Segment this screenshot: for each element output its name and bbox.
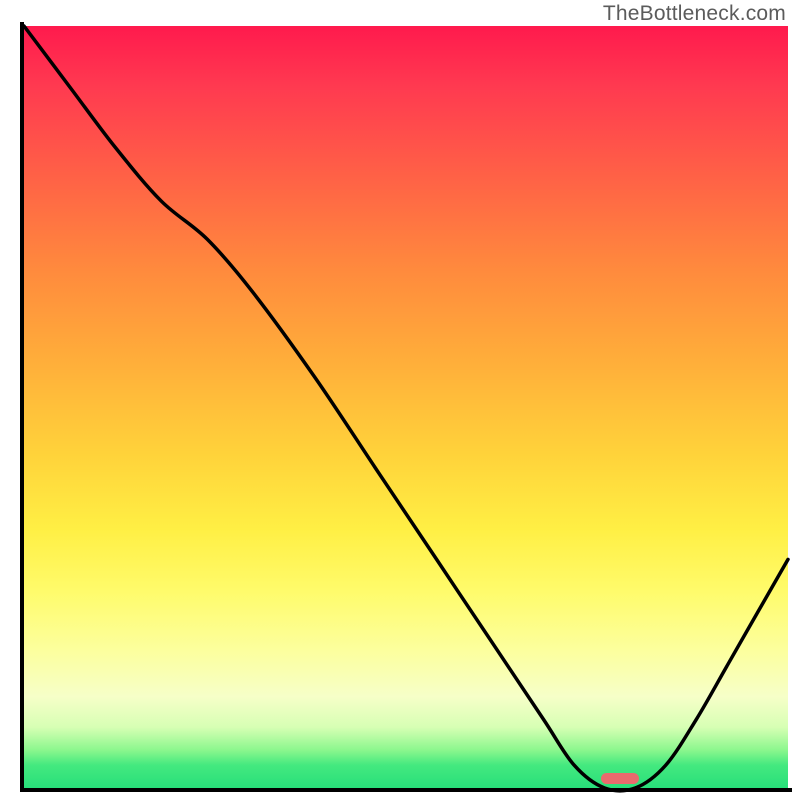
bottleneck-chart: TheBottleneck.com — [0, 0, 800, 800]
optimal-zone-marker — [601, 773, 639, 784]
watermark-text: TheBottleneck.com — [603, 2, 786, 26]
bottleneck-curve — [24, 26, 788, 788]
curve-path — [24, 26, 788, 791]
x-axis-line — [20, 788, 792, 792]
